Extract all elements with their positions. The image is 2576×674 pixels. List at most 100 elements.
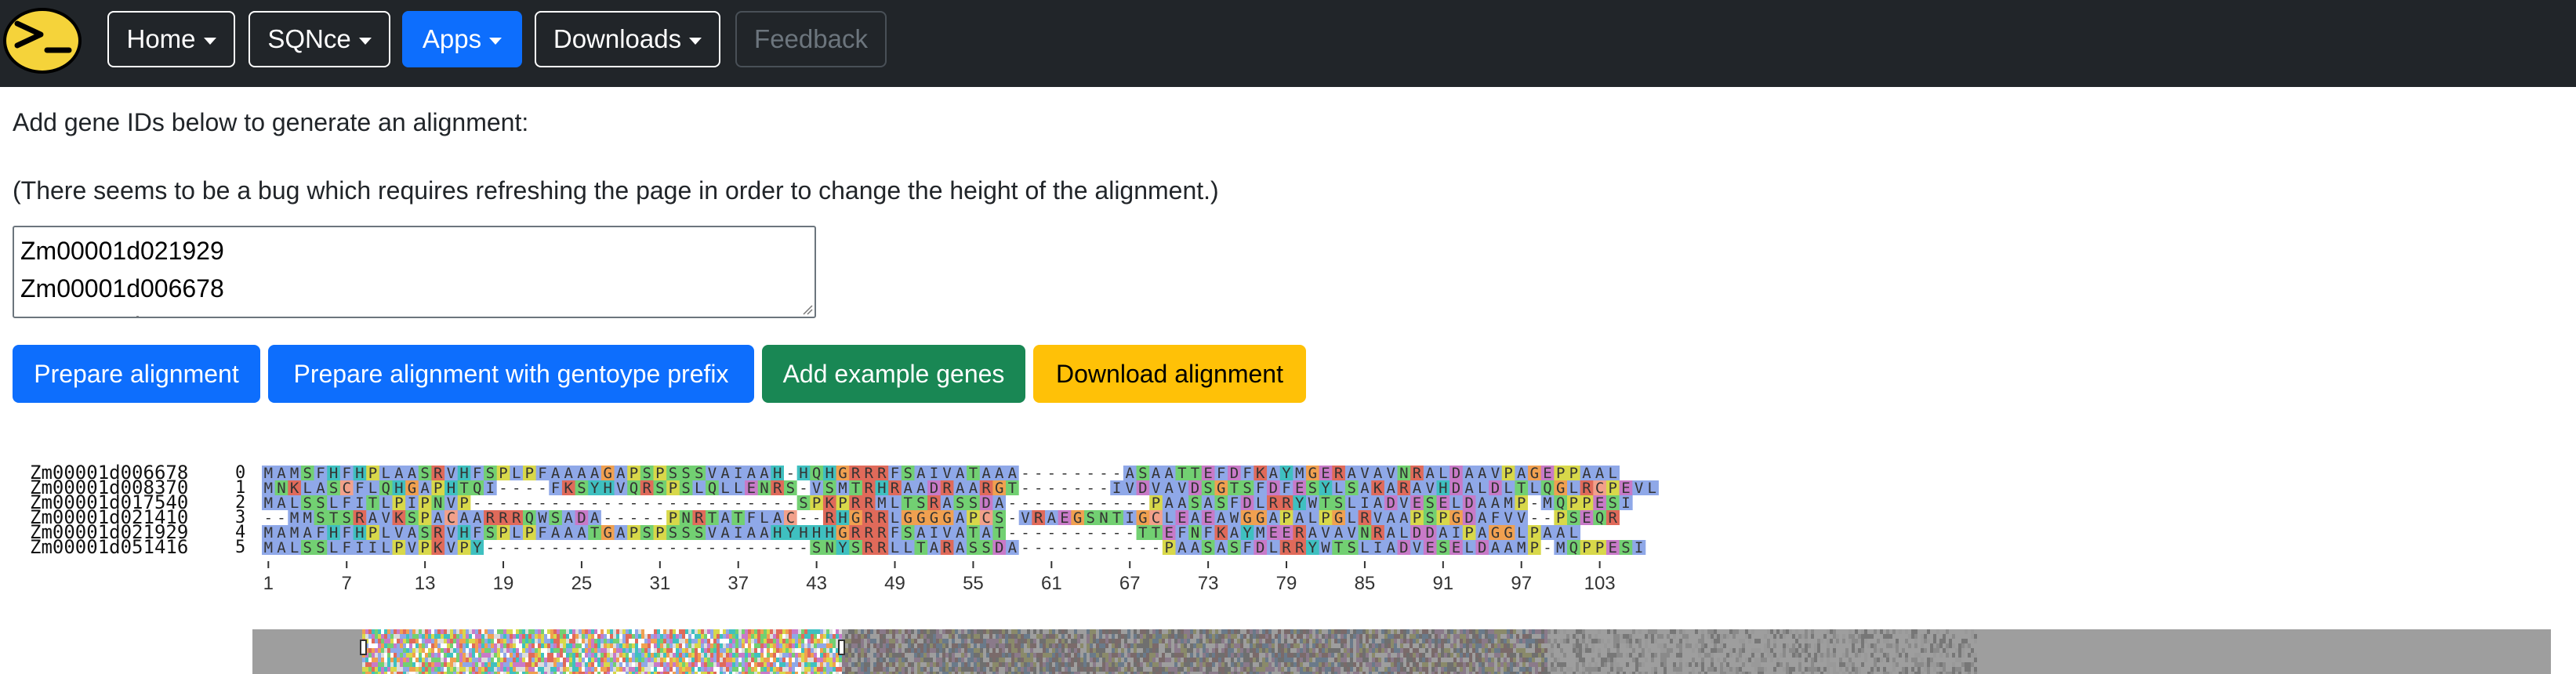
residue-letter: A xyxy=(1177,539,1187,556)
residue-letter: Y xyxy=(473,539,482,556)
ruler-label: 73 xyxy=(1198,573,1219,594)
residue-letter: S xyxy=(1348,539,1356,556)
residue-letter: S xyxy=(812,539,821,556)
ruler-label: 37 xyxy=(727,573,749,594)
residue-letter: V xyxy=(1634,480,1643,497)
residue-letter: - xyxy=(786,539,795,556)
residue-letter: A xyxy=(1504,539,1513,556)
residue-letter: - xyxy=(760,539,768,556)
residue-letter: D xyxy=(995,539,1003,556)
residue-letter: - xyxy=(720,539,729,556)
residue-letter: L xyxy=(891,539,899,556)
residue-letter: D xyxy=(1256,539,1264,556)
residue-letter: L xyxy=(381,539,390,556)
residue-letter: - xyxy=(590,539,599,556)
residue-letter: - xyxy=(1125,539,1134,556)
residue-letter: T xyxy=(916,539,925,556)
ruler-label: 13 xyxy=(415,573,436,594)
ruler-label: 31 xyxy=(649,573,670,594)
residue-letter: P xyxy=(1530,539,1539,556)
residue-letter: - xyxy=(681,539,690,556)
ruler-label: 97 xyxy=(1511,573,1532,594)
residue-letter: - xyxy=(1021,539,1029,556)
residue-letter: - xyxy=(747,539,756,556)
residue-letter: S xyxy=(1621,539,1630,556)
residue-letter: P xyxy=(394,539,403,556)
alignment-viewer[interactable]: MAMSFHFHPLAASRVHFSPLPFAAAAGAPSPSSSVAIAAH… xyxy=(0,0,2576,674)
residue-letter: Y xyxy=(1308,539,1318,556)
residue-letter: I xyxy=(1621,495,1630,512)
residue-letter: L xyxy=(903,539,912,556)
residue-letter: R xyxy=(1282,539,1291,556)
residue-letter: M xyxy=(264,539,273,556)
residue-letter: S xyxy=(969,539,978,556)
residue-letter: S xyxy=(981,539,990,556)
residue-letter: A xyxy=(1008,539,1018,556)
residue-letter: - xyxy=(525,539,534,556)
residue-letter: - xyxy=(695,539,703,556)
residue-letter: E xyxy=(1582,509,1591,527)
residue-letter: M xyxy=(1556,539,1565,556)
residue-letter: D xyxy=(1399,539,1408,556)
residue-letter: I xyxy=(1634,539,1643,556)
residue-letter: - xyxy=(564,539,573,556)
ruler-label: 1 xyxy=(263,573,274,594)
residue-letter: - xyxy=(1099,539,1108,556)
residue-letter: L xyxy=(1360,539,1369,556)
residue-letter: A xyxy=(1217,539,1226,556)
residue-letter: A xyxy=(956,539,965,556)
residue-letter: P xyxy=(420,539,429,556)
residue-letter: - xyxy=(773,539,782,556)
residue-letter: S xyxy=(303,539,312,556)
residue-letter: V xyxy=(1413,539,1421,556)
residue-letter: D xyxy=(1478,539,1486,556)
residue-letter: - xyxy=(1073,539,1082,556)
ruler-label: 103 xyxy=(1584,573,1616,594)
residue-letter: R xyxy=(1295,539,1304,556)
residue-letter: - xyxy=(642,539,651,556)
ruler-label: 7 xyxy=(342,573,352,594)
residue-letter: A xyxy=(1191,539,1200,556)
residue-letter: A xyxy=(930,539,939,556)
residue-letter: - xyxy=(1047,539,1056,556)
ruler-label: 67 xyxy=(1119,573,1141,594)
residue-letter: S xyxy=(851,539,860,556)
alignment-overview-bar[interactable] xyxy=(252,629,2551,674)
residue-letter: S xyxy=(1203,539,1212,556)
residue-letter: E xyxy=(1425,539,1434,556)
residue-letter: - xyxy=(499,539,507,556)
residue-letter: I xyxy=(368,539,377,556)
residue-letter: L xyxy=(290,539,299,556)
ruler-label: 49 xyxy=(884,573,905,594)
residue-letter: L xyxy=(1464,539,1473,556)
residue-letter: L xyxy=(1269,539,1278,556)
ruler-label: 55 xyxy=(963,573,984,594)
residue-letter: R xyxy=(865,539,874,556)
residue-letter: I xyxy=(355,539,364,556)
residue-letter: - xyxy=(538,539,546,556)
residue-letter: - xyxy=(1087,539,1095,556)
residue-letter: P xyxy=(1582,539,1591,556)
residue-letter: L xyxy=(1647,480,1656,497)
residue-letter: - xyxy=(1112,539,1121,556)
residue-letter: V xyxy=(408,539,416,556)
ruler-label: 19 xyxy=(493,573,514,594)
residue-letter: S xyxy=(316,539,325,556)
ruler-label: 61 xyxy=(1041,573,1062,594)
residue-letter: - xyxy=(1152,539,1160,556)
residue-letter: A xyxy=(277,539,286,556)
residue-letter: - xyxy=(734,539,742,556)
residue-letter: T xyxy=(1334,539,1343,556)
ruler-label: 91 xyxy=(1432,573,1453,594)
residue-letter: P xyxy=(1164,539,1173,556)
residue-letter: R xyxy=(942,539,952,556)
residue-letter: - xyxy=(708,539,717,556)
residue-letter: P xyxy=(1595,539,1604,556)
residue-letter: R xyxy=(877,539,887,556)
residue-letter: L xyxy=(329,539,338,556)
residue-letter: Y xyxy=(838,539,847,556)
residue-letter: - xyxy=(551,539,560,556)
residue-letter: - xyxy=(512,539,521,556)
residue-letter: - xyxy=(655,539,664,556)
residue-letter: - xyxy=(629,539,638,556)
